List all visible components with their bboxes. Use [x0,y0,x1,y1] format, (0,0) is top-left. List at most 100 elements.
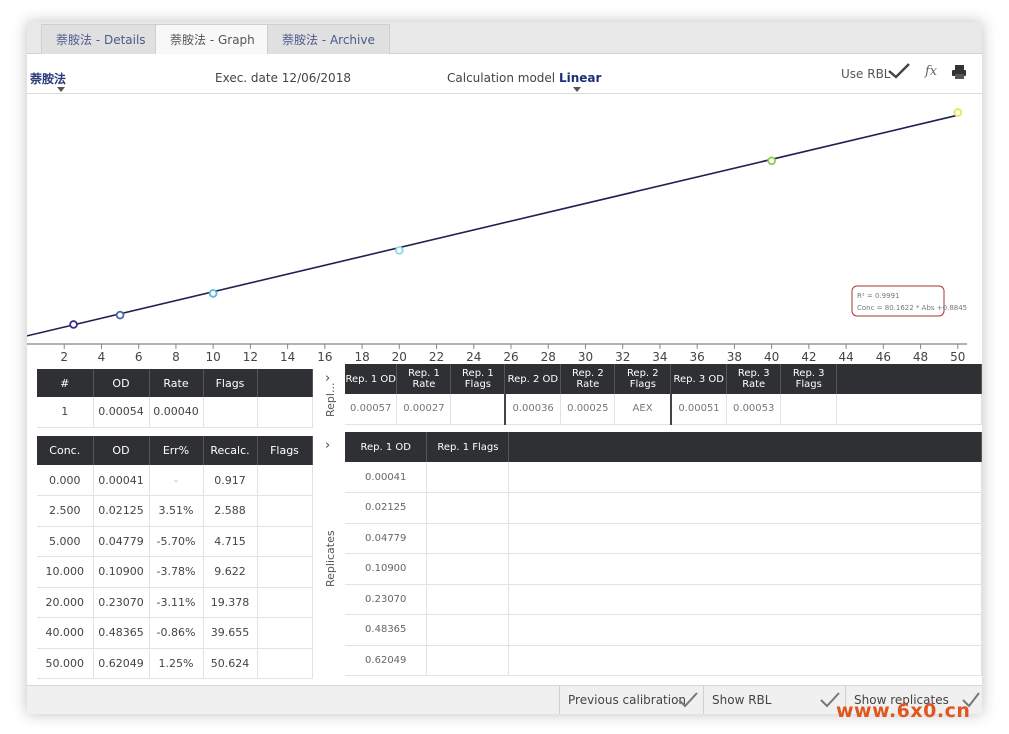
table-row[interactable]: 0.00041 [345,462,982,493]
cell: 0.917 [203,465,258,496]
cell [426,584,510,615]
cell: 0.48365 [93,617,150,649]
x-tick-label: 30 [578,350,593,362]
col-header: Err% [149,436,204,465]
table-row[interactable]: 0.00057 0.00027 0.00036 0.00025 AEX 0.00… [345,394,982,425]
standards-replicates-table: Rep. 1 OD Rep. 1 Flags 0.00041 0.02125 0.0… [345,432,982,676]
table-row[interactable]: 0.62049 [345,645,982,676]
cell [257,397,313,428]
cell [450,394,506,425]
cell: 19.378 [203,587,258,618]
cell: 0.00051 [669,394,728,425]
r-squared-text: R² = 0.9991 [857,292,899,300]
tab-archive[interactable]: 萘胺法 - Archive [267,24,390,54]
tab-graph[interactable]: 萘胺法 - Graph [155,24,270,54]
cell: 0.00041 [93,465,150,496]
cell: 0.00041 [345,462,428,493]
exec-date: Exec. date 12/06/2018 [215,71,351,85]
x-tick-label: 2 [60,350,68,362]
table-row[interactable]: 2.500 0.02125 3.51% 2.588 [37,495,313,527]
cell: 0.10900 [345,553,428,585]
model-dropdown-icon[interactable] [573,87,581,92]
cell: 0.02125 [345,492,428,524]
cell: 0.04779 [345,523,428,554]
calculation-model[interactable]: Calculation model Linear [447,71,601,85]
use-rbl-label: Use RBL [841,67,891,81]
cell: 3.51% [149,495,204,527]
x-tick-label: 10 [206,350,221,362]
table-row[interactable]: 10.000 0.10900 -3.78% 9.622 [37,556,313,588]
cell [257,648,313,679]
col-header: Rep. 2 OD [504,364,562,394]
data-point [953,108,963,117]
data-point [395,246,404,255]
method-dropdown-icon[interactable] [57,87,65,92]
calibration-chart-svg: 2 4 6 8 10 12 14 16 18 20 22 24 26 28 30 32 34 36 38 40 42 44… [27,108,967,378]
standards-replicates-label: Replicates [324,530,337,587]
cell: 0.02125 [93,495,150,527]
cell [257,617,313,649]
x-tick-label: 8 [172,350,180,362]
table-row[interactable]: 1 0.00054 0.00040 [37,397,313,428]
data-point [208,289,218,298]
tab-details[interactable]: 萘胺法 - Details [41,24,161,54]
col-header: OD [93,436,150,465]
formula-icon[interactable]: fx [925,64,937,79]
x-tick-label: 44 [838,350,853,362]
table-row[interactable]: 50.000 0.62049 1.25% 50.624 [37,648,313,679]
col-header: Rep. 1 OD [345,432,428,462]
regression-line [27,114,958,337]
cell [257,587,313,618]
data-point [115,310,125,320]
x-tick-label: 28 [541,350,556,362]
table-row[interactable]: 20.000 0.23070 -3.11% 19.378 [37,587,313,618]
cell [426,492,510,524]
cell [203,397,258,428]
cell: 50.000 [37,648,94,679]
col-header: Rate [149,369,204,397]
table-row[interactable]: 40.000 0.48365 -0.86% 39.655 [37,617,313,649]
cell: 0.00027 [396,394,452,425]
table-row[interactable]: 0.02125 [345,492,982,524]
previous-calibration-check-icon[interactable] [677,691,699,709]
table-row[interactable]: 0.48365 [345,614,982,646]
cell: 0.62049 [93,648,150,679]
table-row[interactable]: 0.000 0.00041-0.917 [37,465,313,496]
x-tick-label: 34 [652,350,667,362]
print-icon[interactable] [951,65,967,79]
x-tick-label: 24 [466,350,481,362]
cell: 2.588 [203,495,258,527]
expand-std-reps-icon[interactable]: › [325,438,330,453]
cell [780,394,838,425]
col-header: Recalc. [203,436,258,465]
table-row[interactable]: 0.23070 [345,584,982,615]
cell [508,523,982,554]
standards-table: Conc. OD Err% Recalc. Flags 0.000 0.00041… [37,436,313,679]
cell: - [149,465,204,496]
col-header-empty [257,369,313,397]
cell [508,492,982,524]
x-tick-label: 40 [764,350,779,362]
method-selector[interactable]: 萘胺法 [30,70,66,87]
cell [257,526,313,557]
col-header: Rep. 1 OD [345,364,398,394]
cell [508,614,982,646]
cell: 1 [37,397,94,428]
cell: -0.86% [149,617,204,649]
x-tick-label: 16 [317,350,332,362]
x-tick-label: 12 [243,350,258,362]
application-window: 萘胺法 - Details 萘胺法 - Graph 萘胺法 - Archive … [27,22,982,714]
table-row[interactable]: 0.10900 [345,553,982,585]
cell: 10.000 [37,556,94,588]
blank-replicates-label: Repl... [324,382,337,417]
cell: 4.715 [203,526,258,557]
tab-bar: 萘胺法 - Details 萘胺法 - Graph 萘胺法 - Archive [27,22,982,54]
table-row[interactable]: 0.04779 [345,523,982,554]
cell: 40.000 [37,617,94,649]
x-tick-label: 50 [950,350,965,362]
x-tick-label: 38 [727,350,742,362]
table-row[interactable]: 5.000 0.04779 -5.70% 4.715 [37,526,313,557]
cell: 39.655 [203,617,258,649]
cell: 0.23070 [345,584,428,615]
use-rbl-check-icon[interactable] [887,62,911,80]
